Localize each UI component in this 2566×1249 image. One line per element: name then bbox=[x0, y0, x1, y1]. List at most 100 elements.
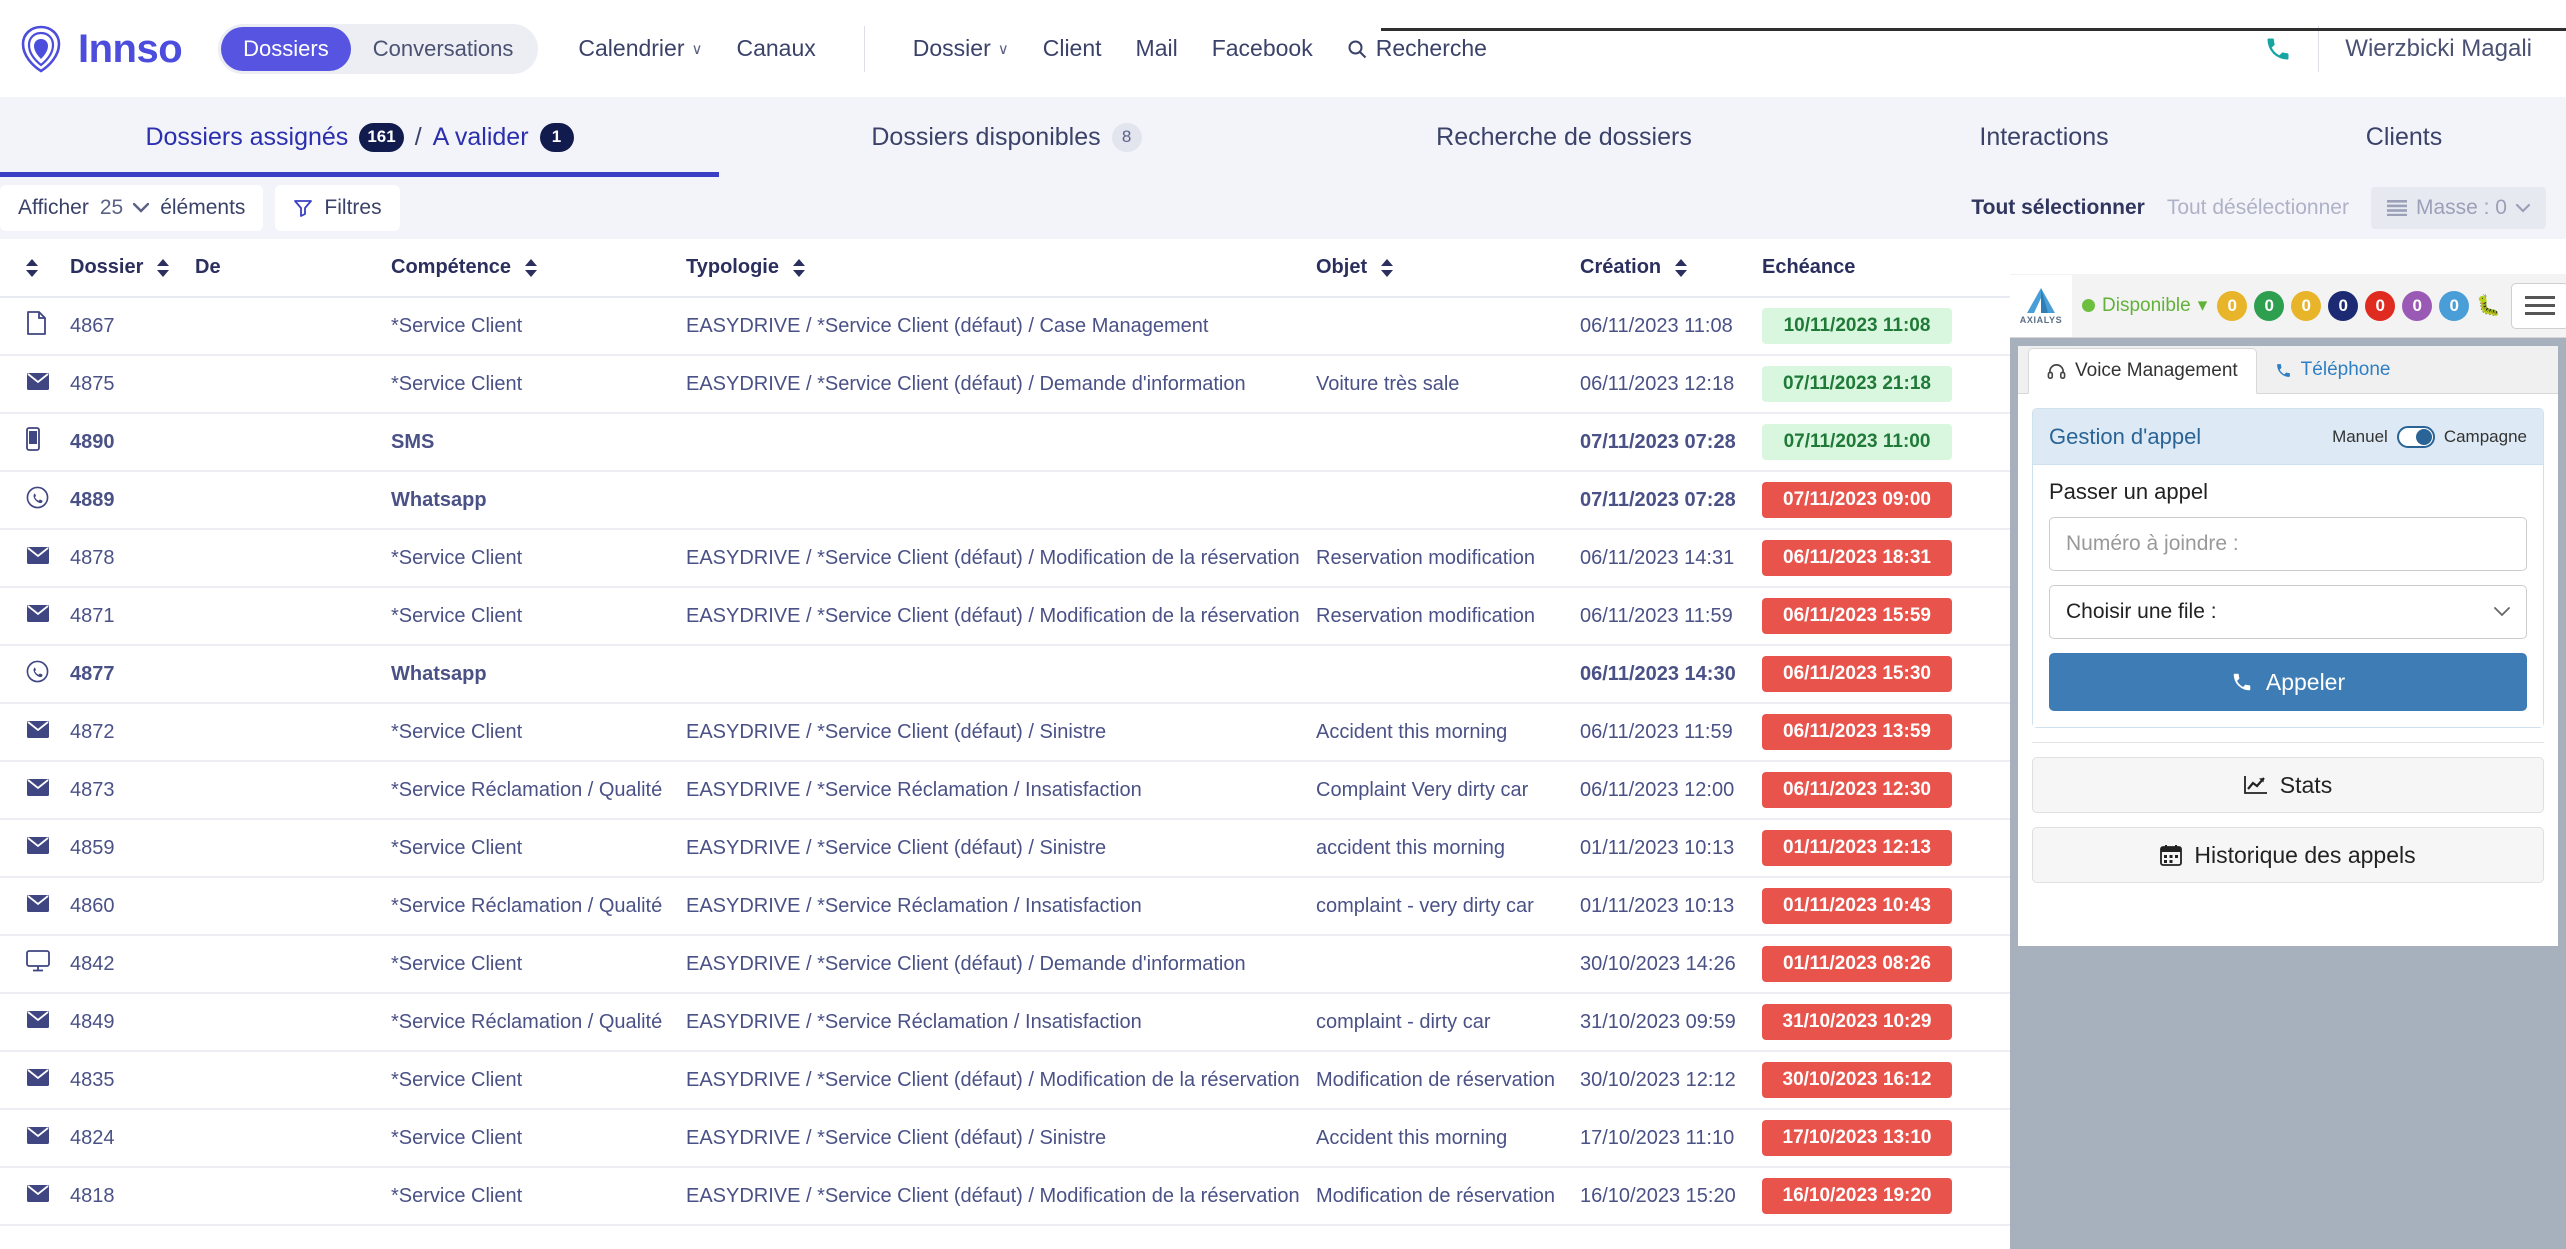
col-dossier[interactable]: Dossier bbox=[70, 239, 195, 298]
row-typologie: EASYDRIVE / *Service Client (défaut) / M… bbox=[686, 1167, 1316, 1226]
select-all-button[interactable]: Tout sélectionner bbox=[1971, 196, 2144, 220]
col-competence[interactable]: Compétence bbox=[391, 239, 686, 298]
page-size-suffix-label: éléments bbox=[160, 196, 246, 219]
col-objet[interactable]: Objet bbox=[1316, 239, 1580, 298]
col-echeance[interactable]: Echéance bbox=[1762, 239, 2002, 298]
brand-logo[interactable]: Innso bbox=[18, 24, 183, 74]
row-competence: *Service Client bbox=[391, 297, 686, 356]
row-dossier[interactable]: 4872 bbox=[70, 703, 195, 762]
row-channel-icon-cell bbox=[0, 1109, 70, 1168]
tab-dossiers-disponibles[interactable]: Dossiers disponibles 8 bbox=[719, 97, 1294, 177]
row-dossier[interactable]: 4860 bbox=[70, 877, 195, 936]
queue-counter[interactable]: 0 bbox=[2291, 290, 2322, 321]
row-competence: *Service Client bbox=[391, 703, 686, 762]
softphone-header: AXIALYS Disponible ▾ 0 0 0 0 0 0 0 🐛 bbox=[2010, 274, 2566, 338]
col-objet-sort[interactable]: Objet bbox=[1316, 256, 1580, 279]
filters-button[interactable]: Filtres bbox=[275, 185, 400, 231]
tab-interactions[interactable]: Interactions bbox=[1834, 97, 2254, 177]
row-channel-icon-cell bbox=[0, 355, 70, 414]
row-objet bbox=[1316, 471, 1580, 530]
row-dossier[interactable]: 4875 bbox=[70, 355, 195, 414]
queue-counter[interactable]: 0 bbox=[2402, 290, 2433, 321]
row-de bbox=[195, 1051, 391, 1110]
row-dossier[interactable]: 4842 bbox=[70, 935, 195, 994]
due-date-badge: 07/11/2023 09:00 bbox=[1762, 482, 1952, 518]
user-name[interactable]: Wierzbicki Magali bbox=[2345, 35, 2532, 63]
nav-client[interactable]: Client bbox=[1043, 35, 1102, 62]
row-dossier[interactable]: 4867 bbox=[70, 297, 195, 356]
row-channel-icon-cell bbox=[0, 645, 70, 704]
row-dossier[interactable]: 4824 bbox=[70, 1109, 195, 1168]
row-objet: Modification de réservation bbox=[1316, 1051, 1580, 1110]
nav-recherche[interactable]: Recherche bbox=[1347, 35, 1487, 62]
mail-icon bbox=[27, 546, 49, 564]
tab-a-valider-label: A valider bbox=[432, 122, 529, 151]
stats-button[interactable]: Stats bbox=[2032, 757, 2544, 813]
row-creation: 06/11/2023 14:30 bbox=[1580, 645, 1762, 704]
tab-dossiers-assignes[interactable]: Dossiers assignés 161 / A valider 1 bbox=[0, 97, 719, 177]
col-icon[interactable] bbox=[0, 239, 70, 298]
queue-counter[interactable]: 0 bbox=[2217, 290, 2248, 321]
row-dossier[interactable]: 4818 bbox=[70, 1167, 195, 1226]
col-dossier-sort[interactable]: Dossier bbox=[70, 256, 195, 279]
row-dossier[interactable]: 4871 bbox=[70, 587, 195, 646]
row-dossier[interactable]: 4890 bbox=[70, 413, 195, 472]
row-typologie: EASYDRIVE / *Service Client (défaut) / M… bbox=[686, 529, 1316, 588]
mode-toggle[interactable] bbox=[2396, 425, 2435, 448]
tab-clients[interactable]: Clients bbox=[2254, 97, 2554, 177]
col-typologie[interactable]: Typologie bbox=[686, 239, 1316, 298]
row-creation: 06/11/2023 12:00 bbox=[1580, 761, 1762, 820]
nav-calendrier[interactable]: Calendrier ∨ bbox=[578, 35, 702, 62]
row-dossier[interactable]: 4859 bbox=[70, 819, 195, 878]
mass-action-dropdown[interactable]: Masse : 0 bbox=[2370, 187, 2546, 229]
call-history-button[interactable]: Historique des appels bbox=[2032, 827, 2544, 883]
row-dossier[interactable]: 4835 bbox=[70, 1051, 195, 1110]
queue-counter[interactable]: 0 bbox=[2439, 290, 2470, 321]
row-dossier[interactable]: 4878 bbox=[70, 529, 195, 588]
segment-conversations[interactable]: Conversations bbox=[351, 27, 536, 71]
row-channel-icon-cell bbox=[0, 471, 70, 530]
agent-status[interactable]: Disponible ▾ bbox=[2082, 294, 2207, 317]
call-button[interactable]: Appeler bbox=[2049, 653, 2527, 711]
col-icon-sort[interactable] bbox=[26, 258, 70, 278]
queue-counter[interactable]: 0 bbox=[2254, 290, 2285, 321]
page-size-selector[interactable]: Afficher 25 éléments bbox=[0, 185, 264, 231]
phone-number-input[interactable]: Numéro à joindre : bbox=[2049, 517, 2527, 571]
table-toolbar: Afficher 25 éléments Filtres Tout sélect… bbox=[0, 177, 2566, 239]
tab-voice-management[interactable]: Voice Management bbox=[2028, 348, 2257, 394]
phone-icon[interactable] bbox=[2264, 35, 2292, 63]
col-typologie-sort[interactable]: Typologie bbox=[686, 256, 1316, 279]
segment-dossiers[interactable]: Dossiers bbox=[221, 26, 351, 71]
queue-counter[interactable]: 0 bbox=[2328, 290, 2359, 321]
bug-icon[interactable]: 🐛 bbox=[2476, 293, 2501, 318]
row-channel-icon-cell bbox=[0, 935, 70, 994]
nav-canaux[interactable]: Canaux bbox=[736, 35, 815, 62]
col-de-sort[interactable]: De bbox=[195, 256, 391, 279]
row-competence: *Service Réclamation / Qualité bbox=[391, 877, 686, 936]
hamburger-icon[interactable] bbox=[2511, 282, 2566, 329]
tab-recherche-de-dossiers[interactable]: Recherche de dossiers bbox=[1294, 97, 1834, 177]
nav-divider bbox=[863, 25, 865, 72]
queue-counter[interactable]: 0 bbox=[2365, 290, 2396, 321]
nav-facebook[interactable]: Facebook bbox=[1212, 35, 1313, 62]
mail-icon bbox=[26, 778, 50, 801]
headset-icon bbox=[2047, 363, 2066, 379]
col-de[interactable]: De bbox=[195, 239, 391, 298]
queue-select[interactable]: Choisir une file : bbox=[2049, 585, 2527, 639]
row-dossier[interactable]: 4877 bbox=[70, 645, 195, 704]
row-typologie: EASYDRIVE / *Service Client (défaut) / M… bbox=[686, 1051, 1316, 1110]
row-dossier[interactable]: 4873 bbox=[70, 761, 195, 820]
innso-logo-icon bbox=[21, 25, 61, 73]
row-dossier[interactable]: 4849 bbox=[70, 993, 195, 1052]
col-competence-sort[interactable]: Compétence bbox=[391, 256, 686, 279]
nav-mail[interactable]: Mail bbox=[1136, 35, 1178, 62]
due-date-badge: 01/11/2023 12:13 bbox=[1762, 830, 1952, 866]
col-creation-sort[interactable]: Création bbox=[1580, 256, 1762, 279]
row-channel-icon-cell bbox=[0, 297, 70, 356]
deselect-all-button[interactable]: Tout désélectionner bbox=[2167, 196, 2349, 220]
nav-dossier[interactable]: Dossier ∨ bbox=[913, 35, 1009, 62]
col-creation[interactable]: Création bbox=[1580, 239, 1762, 298]
tab-telephone[interactable]: Téléphone bbox=[2257, 347, 2409, 393]
row-dossier[interactable]: 4889 bbox=[70, 471, 195, 530]
col-echeance-sort[interactable]: Echéance bbox=[1762, 256, 2002, 279]
